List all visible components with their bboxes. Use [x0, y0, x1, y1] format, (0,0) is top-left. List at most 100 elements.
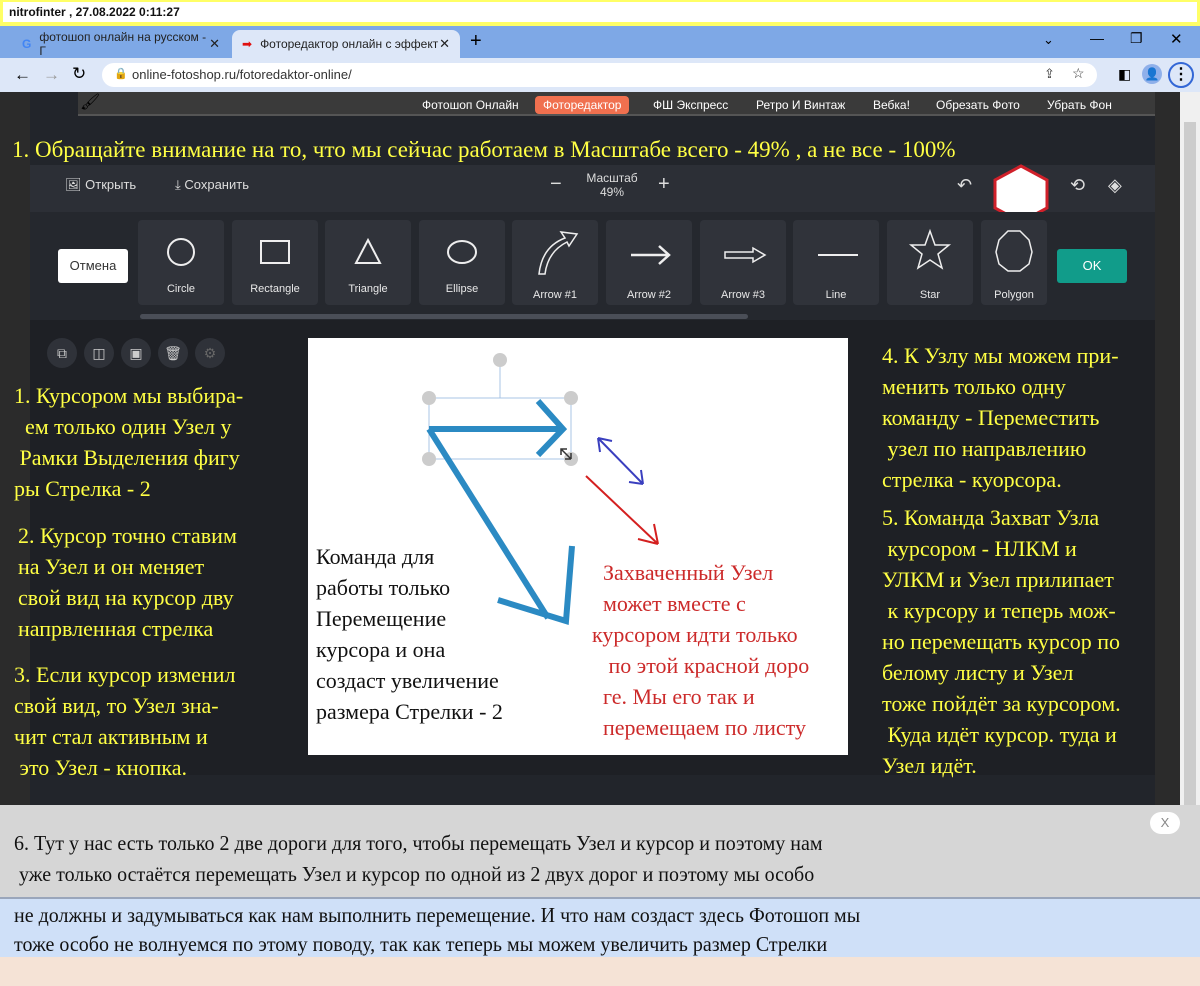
back-icon[interactable]: ←	[14, 65, 31, 85]
nav-item[interactable]: Фотошоп Онлайн	[414, 96, 527, 114]
save-button[interactable]: ⤓ Сохранить	[175, 177, 249, 193]
caption-panel-gray: X 6. Тут у нас есть только 2 две дороги …	[0, 805, 1200, 897]
history-icon[interactable]: ⟲	[1070, 175, 1085, 196]
shape-label: Arrow #1	[532, 289, 578, 301]
undo-icon[interactable]: ↶	[957, 175, 972, 196]
star-icon[interactable]: ☆	[1072, 65, 1085, 82]
profile-avatar[interactable]: 👤	[1142, 64, 1162, 84]
bottom-text-line: 6. Тут у нас есть только 2 две дороги дл…	[14, 831, 823, 855]
bottom-text-line: уже только остаётся перемещать Узел и ку…	[14, 862, 815, 886]
close-window-icon[interactable]: ✕	[1170, 30, 1183, 48]
rectangle-icon	[260, 240, 290, 264]
tab-google[interactable]: Gфотошоп онлайн на русском - Г ✕	[12, 30, 230, 58]
note-5: 5. Команда Захват Узла курсором - НЛКМ и…	[882, 505, 1121, 778]
scroll-thumb[interactable]	[1184, 122, 1196, 822]
nav-item[interactable]: Обрезать Фото	[928, 96, 1028, 114]
shape-rectangle[interactable]: Rectangle	[232, 220, 318, 305]
line-icon	[818, 254, 858, 256]
nav-item[interactable]: ФШ Экспресс	[645, 96, 736, 114]
shape-label: Ellipse	[445, 283, 479, 295]
note-4: 4. К Узлу мы можем при- менить только од…	[882, 343, 1119, 492]
gear-icon[interactable]: ⚙	[195, 338, 225, 368]
white-canvas[interactable]: Команда для работы только Перемещение ку…	[308, 338, 848, 755]
star-icon	[908, 228, 952, 270]
bottom-text-line: тоже особо не волнуемся по этому поводу,…	[14, 932, 828, 956]
shape-label: Triangle	[348, 283, 388, 295]
nav-item-active[interactable]: Фоторедактор	[535, 96, 630, 114]
new-tab-icon[interactable]: +	[470, 30, 482, 53]
tab-title: фотошоп онлайн на русском - Г	[39, 30, 207, 58]
shape-ellipse[interactable]: Ellipse	[419, 220, 505, 305]
close-tab-icon[interactable]: ✕	[209, 36, 220, 52]
shape-label: Arrow #3	[720, 289, 766, 301]
nav-item[interactable]: Вебка!	[865, 96, 918, 114]
menu-icon[interactable]: ⋮	[1168, 62, 1194, 88]
url-text: online-fotoshop.ru/fotoredaktor-online/	[132, 67, 352, 82]
polygon-icon	[995, 230, 1033, 272]
shape-arrow-1[interactable]: Arrow #1	[512, 220, 598, 305]
shape-circle[interactable]: Circle	[138, 220, 224, 305]
tab-strip: Gфотошоп онлайн на русском - Г ✕ ➡ Фоторед…	[0, 26, 1200, 58]
red-direction-arrow	[585, 475, 659, 545]
cancel-button[interactable]: Отмена	[58, 249, 128, 283]
address-bar[interactable]: 🔒 online-fotoshop.ru/fotoredaktor-online/…	[102, 63, 1097, 87]
shape-arrow-3[interactable]: Arrow #3	[700, 220, 786, 305]
caption-bar: nitrofinter , 27.08.2022 0:11:27	[0, 0, 1200, 26]
shape-star[interactable]: Star	[887, 220, 973, 305]
zoom-readout: Масштаб 49%	[585, 171, 639, 199]
note-2: 2. Курсор точно ставим на Узел и он меня…	[18, 523, 237, 641]
google-icon: G	[22, 37, 32, 51]
forward-icon[interactable]: →	[43, 65, 60, 85]
scrollbar[interactable]	[1180, 92, 1200, 822]
shape-label: Arrow #2	[626, 289, 672, 301]
circle-icon	[167, 238, 195, 266]
flip-icon[interactable]: ◫	[84, 338, 114, 368]
zoom-out-button[interactable]: −	[550, 173, 562, 196]
nav-item[interactable]: Ретро И Винтаж	[748, 96, 853, 114]
shape-line[interactable]: Line	[793, 220, 879, 305]
shape-arrow-2[interactable]: Arrow #2	[606, 220, 692, 305]
minimize-icon[interactable]: —	[1090, 30, 1104, 46]
canvas-text-black: Команда для работы только Перемещение ку…	[316, 544, 503, 724]
save-label: Сохранить	[184, 177, 249, 192]
lock-icon: 🔒	[114, 68, 128, 80]
ok-button[interactable]: OK	[1057, 249, 1127, 283]
node-handle	[564, 391, 578, 405]
zoom-value: 49%	[599, 185, 625, 199]
close-tab-icon[interactable]: ✕	[439, 36, 450, 52]
restore-icon[interactable]: ❐	[1130, 30, 1143, 47]
shape-triangle[interactable]: Triangle	[325, 220, 411, 305]
tab-title: Фоторедактор онлайн с эффект	[260, 37, 439, 51]
note-top: 1. Обращайте внимание на то, что мы сейч…	[12, 137, 956, 162]
shape-label: Circle	[166, 283, 196, 295]
open-button[interactable]: 🖼 Открыть	[65, 177, 136, 193]
trash-icon[interactable]: 🗑	[158, 338, 188, 368]
zoom-in-button[interactable]: +	[658, 173, 670, 196]
triangle-icon	[354, 237, 382, 264]
chevron-down-icon[interactable]: ⌄	[1043, 32, 1054, 48]
tab-active[interactable]: ➡ Фоторедактор онлайн с эффект ✕	[232, 30, 460, 58]
image-icon: 🖼	[65, 177, 82, 192]
open-label: Открыть	[85, 177, 137, 192]
shape-label: Star	[919, 289, 941, 301]
red-arrow-icon: ➡	[242, 37, 253, 51]
shape-label: Line	[825, 289, 847, 301]
nav-item[interactable]: Убрать Фон	[1039, 96, 1120, 114]
shape-polygon[interactable]: Polygon	[981, 220, 1047, 305]
bottom-text-line: не должны и задумываться как нам выполни…	[14, 903, 861, 927]
note-3: 3. Если курсор изменил свой вид, то Узел…	[14, 662, 236, 780]
close-button[interactable]: X	[1150, 812, 1180, 834]
sidebar-icon[interactable]: ◧	[1118, 66, 1131, 83]
layers-icon[interactable]: ◈	[1108, 175, 1122, 196]
share-icon[interactable]: ⇪	[1044, 66, 1055, 82]
duplicate-icon[interactable]: ⧉	[47, 338, 77, 368]
note-1: 1. Курсором мы выбира- ем только один Уз…	[14, 383, 244, 501]
reload-icon[interactable]: ↻	[72, 64, 86, 84]
caption-panel-blue: не должны и задумываться как нам выполни…	[0, 897, 1200, 957]
bring-front-icon[interactable]: ▣	[121, 338, 151, 368]
canvas-text-red: Захваченный Узел может вместе с курсором…	[592, 560, 810, 740]
caption-text: nitrofinter , 27.08.2022 0:11:27	[3, 2, 1197, 22]
node-handle	[422, 452, 436, 466]
shapes-scrollbar[interactable]	[140, 314, 748, 319]
arrow-right-icon	[631, 245, 671, 265]
